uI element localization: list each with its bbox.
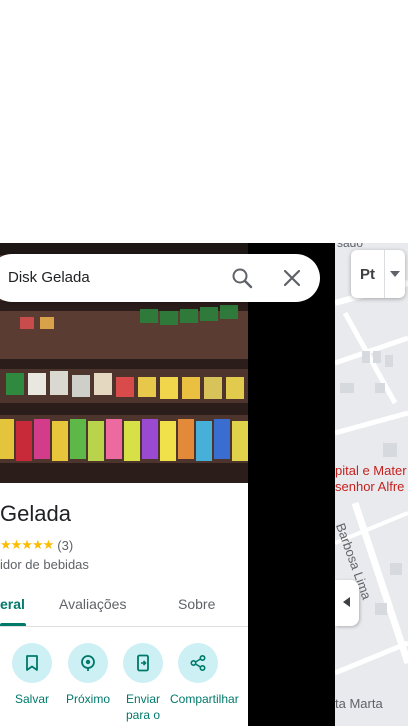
nearby-icon [68,643,108,683]
star-rating: ★★★★★ [0,537,54,552]
language-layer-button[interactable]: Pt [351,250,405,298]
search-bar[interactable]: Disk Gelada [0,254,320,302]
collapse-panel-button[interactable] [335,580,359,626]
map-divider [248,243,335,726]
save-label: Salvar [14,692,49,706]
review-count[interactable]: (3) [57,538,73,553]
send-to-phone-label: Enviar para o [125,692,161,722]
save-button[interactable]: Salvar [4,643,60,707]
nearby-button[interactable]: Próximo [60,643,116,707]
share-label: Compartilhar [170,692,239,706]
send-to-phone-button[interactable]: Enviar para o [115,643,171,723]
search-input[interactable]: Disk Gelada [8,269,90,286]
app-viewport: sado pital e Mater senhor Alfre Barbosa … [0,0,408,726]
place-tabs: eral Avaliações Sobre [0,587,248,627]
tab-about[interactable]: Sobre [178,596,215,612]
send-to-phone-icon [123,643,163,683]
layer-label: Pt [351,250,385,298]
map-poi-hospital-line2[interactable]: senhor Alfre [335,479,404,495]
bookmark-icon [12,643,52,683]
map-poi-hospital[interactable]: pital e Mater [335,463,407,479]
place-info-panel: Gelada ★★★★★ (3) idor de bebidas eral Av… [0,483,248,726]
nearby-label: Próximo [65,692,110,706]
share-button[interactable]: Compartilhar [170,643,239,707]
place-category[interactable]: idor de bebidas [0,557,89,572]
search-icon[interactable] [230,266,254,290]
place-title: Gelada [0,501,71,526]
share-icon [178,643,218,683]
close-icon[interactable] [280,266,304,290]
rating-row[interactable]: ★★★★★ (3) [0,537,73,553]
tab-reviews[interactable]: Avaliações [59,596,126,612]
chevron-left-icon [343,594,351,612]
map-label-bottom: ta Marta [335,696,383,711]
tab-selected-indicator [0,623,26,626]
tab-overview[interactable]: eral [0,596,25,612]
map-view[interactable]: sado pital e Mater senhor Alfre Barbosa … [335,243,408,726]
chevron-down-icon[interactable] [385,271,405,277]
action-buttons: Salvar Próximo Enviar para o Compartilha… [0,643,248,726]
